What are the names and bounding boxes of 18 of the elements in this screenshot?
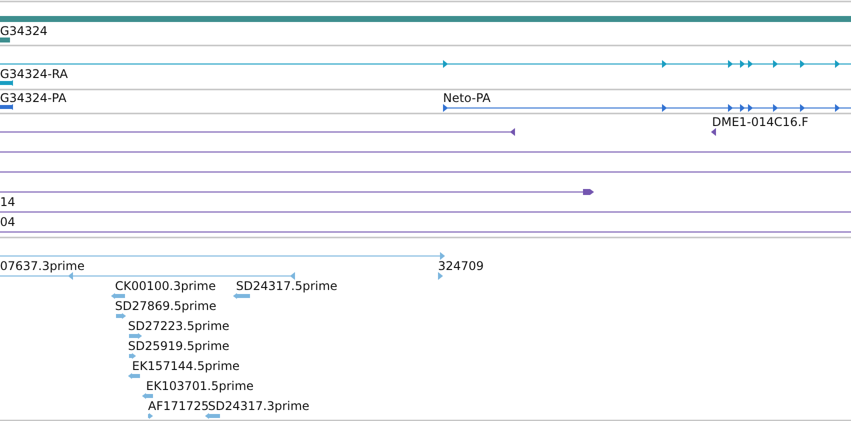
feature-label: 07637.3prime — [0, 259, 85, 273]
feature-label: G34324-PA — [0, 91, 66, 105]
feature-label: Neto-PA — [443, 91, 491, 105]
feature-label: G34324 — [0, 24, 48, 38]
feature-label: SD27869.5prime — [115, 299, 216, 313]
feature-label: 14 — [0, 195, 16, 209]
feature-label: AF171725 — [148, 399, 209, 413]
feature-label: 04 — [0, 215, 16, 229]
feature-label: SD25919.5prime — [128, 339, 230, 353]
feature-label: SD27223.5prime — [128, 319, 230, 333]
feature-label: CK00100.3prime — [115, 279, 216, 293]
feature-label: G34324-RA — [0, 67, 68, 81]
feature-label: EK103701.5prime — [146, 379, 254, 393]
feature-label: SD24317.3prime — [208, 399, 310, 413]
feature-label: 324709 — [438, 259, 484, 273]
feature-label: EK157144.5prime — [132, 359, 240, 373]
feature-label: DME1-014C16.F — [712, 115, 808, 129]
feature-label: SD24317.5prime — [236, 279, 338, 293]
